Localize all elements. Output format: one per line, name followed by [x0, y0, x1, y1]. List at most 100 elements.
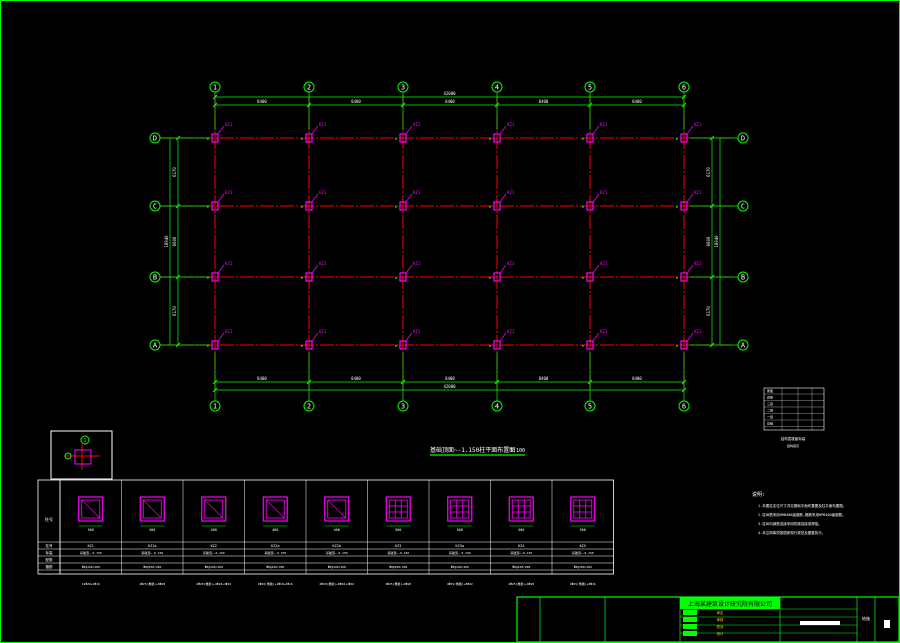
column-tag: KZ1: [413, 122, 421, 127]
small-table-cell: 三层: [767, 401, 773, 406]
column-tag: KZ1: [319, 329, 327, 334]
dimension-text: 8400: [257, 376, 267, 381]
grid-label-row: C: [153, 203, 157, 211]
column-dim-mark: ▪: [301, 343, 303, 348]
column-tag: KZ1: [225, 261, 233, 266]
cad-drawing-canvas[interactable]: 112233445566D DC CB BA A8400 8400 8400 8400 8400…: [0, 0, 900, 643]
column-dim-mark: ▪: [676, 343, 678, 348]
section-scale: 1:100: [510, 448, 525, 454]
grid-label-column: 2: [307, 403, 311, 411]
legend-marker: 1: [83, 438, 86, 444]
dimension-total: 18940: [164, 235, 169, 248]
dimension-text: 8400: [539, 376, 549, 381]
schedule-col-stirrup: Φ8@100/200: [512, 565, 530, 569]
title-label: 审核: [717, 617, 725, 622]
grid-label-column: 2: [307, 84, 311, 92]
schedule-col-name: KZ2b: [333, 544, 341, 548]
column-tag: KZ1: [413, 261, 421, 266]
column-tag: KZ1: [319, 190, 327, 195]
grid-label-column: 4: [495, 84, 499, 92]
schedule-col-elev: 基础顶~-0.150: [387, 550, 409, 555]
schedule-col-elev: 基础顶~-0.150: [80, 550, 102, 555]
section-size: 500: [457, 528, 463, 532]
note-item: 3.柱纵向钢筋连接采用机械连接或焊接。: [758, 521, 822, 526]
column-dim-mark: ▪: [207, 275, 209, 280]
schedule-col-name: KZ1a: [148, 544, 156, 548]
schedule-col-note: 4Φ25(角筋)+8Φ20: [508, 581, 534, 586]
section-title: 基础顶面~-1.150柱平面布置图: [430, 446, 515, 454]
column-dim-mark: ▪: [395, 343, 397, 348]
dimension-text: 6600: [172, 236, 177, 246]
grid-label-row: D: [741, 135, 745, 143]
schedule-col-note: 4Φ20(角筋)+8Φ20+4Φ16: [319, 581, 354, 586]
schedule-col-elev: 基础顶~-0.150: [141, 550, 163, 555]
grid-label-row: B: [153, 274, 157, 282]
column-dim-mark: ▪: [582, 204, 584, 209]
schedule-col-note: 4Φ25(角筋)+8Φ22: [447, 581, 473, 586]
column-dim-mark: ▪: [676, 275, 678, 280]
small-table-cell: 基础: [767, 421, 773, 426]
schedule-col-stirrup: Φ8@100/200: [82, 565, 100, 569]
column-tag: KZ1: [319, 261, 327, 266]
schedule-col-name: KZ2a: [271, 544, 279, 548]
grid-label-row: D: [153, 135, 157, 143]
small-table-cell: 一层: [767, 414, 773, 419]
title-label: 审定: [717, 610, 725, 615]
dimension-text: 8400: [632, 99, 642, 104]
column-tag: KZ1: [507, 190, 515, 195]
grid-label-column: 3: [401, 403, 405, 411]
column-dim-mark: ▪: [582, 275, 584, 280]
schedule-col-note: 4Φ25(角筋)+8Φ16: [570, 581, 596, 586]
schedule-col-note: 4Φ20(角筋)+4Φ18+4Φ16: [196, 581, 231, 586]
schedule-col-stirrup: Φ8@100/200: [389, 565, 407, 569]
column-dim-mark: ▪: [676, 204, 678, 209]
grid-label-column: 1: [213, 84, 217, 92]
grid-label-column: 5: [588, 84, 592, 92]
section-size: 400: [334, 528, 340, 532]
dimension-total: 42000: [443, 91, 456, 96]
column-dim-mark: ▪: [395, 275, 397, 280]
dimension-text: 6170: [172, 306, 177, 316]
schedule-col-name: KZ3a: [456, 544, 464, 548]
schedule-col-name: KZ1: [88, 544, 94, 548]
grid-label-column: 1: [213, 403, 217, 411]
schedule-col-stirrup: Φ8@100/200: [266, 565, 284, 569]
column-dim-mark: ▪: [207, 204, 209, 209]
schedule-col-elev: 基础顶~-0.150: [264, 550, 286, 555]
column-dim-mark: ▪: [582, 136, 584, 141]
schedule-col-note: 4Φ25(角筋)+8Φ20: [139, 581, 165, 586]
grid-label-column: 6: [682, 84, 686, 92]
dimension-text: 8400: [351, 99, 361, 104]
column-dim-mark: ▪: [301, 275, 303, 280]
dimension-text: 8400: [445, 376, 455, 381]
dimension-text: 8400: [445, 99, 455, 104]
schedule-col-elev: 基础顶~-0.150: [449, 550, 471, 555]
column-dim-mark: ▪: [207, 343, 209, 348]
section-size: 500: [88, 528, 94, 532]
schedule-col-elev: 基础顶~-0.150: [203, 550, 225, 555]
note-item: 1.本图柱定位尺寸详见基础平面布置图及柱平面布置图。: [758, 503, 846, 508]
title-label-box: [683, 624, 697, 629]
title-label: 设计: [717, 631, 725, 636]
column-tag: KZ1: [694, 190, 702, 195]
section-size: 500: [149, 528, 155, 532]
schedule-row-header: 柱号: [45, 516, 53, 522]
small-table-caption: 结构层楼面标高: [781, 436, 806, 441]
column-tag: KZ1: [507, 329, 515, 334]
notes-heading: 说明:: [752, 491, 765, 498]
section-size: 500: [395, 528, 401, 532]
column-tag: KZ1: [600, 329, 608, 334]
column-dim-mark: ▪: [301, 136, 303, 141]
column-dim-mark: ▪: [395, 204, 397, 209]
schedule-col-name: KZ2: [211, 544, 217, 548]
dimension-total: 18940: [714, 235, 719, 248]
section-size: 500: [518, 528, 524, 532]
grid-label-row: B: [741, 274, 745, 282]
schedule-col-stirrup: Φ8@100/200: [205, 565, 223, 569]
column-dim-mark: ▪: [489, 343, 491, 348]
schedule-col-elev: 基础顶~-0.150: [326, 550, 348, 555]
schedule-row-label: 标高: [46, 550, 53, 555]
grid-label-column: 6: [682, 403, 686, 411]
section-size: 400: [211, 528, 217, 532]
column-tag: KZ1: [413, 190, 421, 195]
